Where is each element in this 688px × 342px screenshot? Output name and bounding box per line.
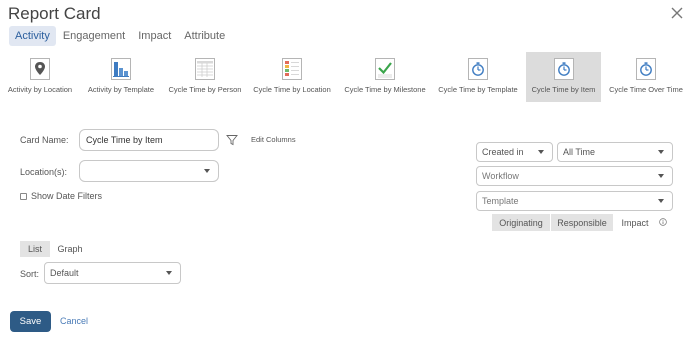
locations-label: Location(s): <box>20 167 68 177</box>
report-type-label: Activity by Location <box>7 85 73 94</box>
save-button[interactable]: Save <box>10 311 51 332</box>
report-type-label: Cycle Time by Item <box>531 85 596 94</box>
info-icon[interactable] <box>659 218 667 226</box>
report-type-cycle-time-by-item[interactable]: Cycle Time by Item <box>526 52 601 102</box>
chevron-down-icon <box>204 169 210 173</box>
sort-value: Default <box>50 268 79 278</box>
locations-select[interactable] <box>79 160 219 182</box>
report-type-list: Activity by Location Activity by Templat… <box>0 52 688 102</box>
tab-impact[interactable]: Impact <box>132 26 177 46</box>
time-range-select[interactable]: All Time <box>557 142 673 162</box>
stopwatch-icon <box>553 58 574 80</box>
card-name-input[interactable]: Cycle Time by Item <box>79 129 219 151</box>
report-type-label: Cycle Time by Person <box>168 85 242 94</box>
colored-table-icon <box>282 58 302 80</box>
chevron-down-icon <box>658 174 664 178</box>
table-grid-icon <box>195 58 215 80</box>
close-icon[interactable] <box>669 5 685 21</box>
list-view-toggle[interactable]: List <box>20 241 50 257</box>
sort-label: Sort: <box>20 269 40 279</box>
cancel-button[interactable]: Cancel <box>60 316 88 326</box>
report-type-cycle-time-by-person[interactable]: Cycle Time by Person <box>166 52 244 102</box>
template-placeholder: Template <box>482 196 519 206</box>
chevron-down-icon <box>658 199 664 203</box>
bar-chart-icon <box>111 58 131 80</box>
card-name-label: Card Name: <box>20 135 69 145</box>
map-pin-icon <box>30 58 50 80</box>
stopwatch-icon <box>468 58 488 80</box>
report-type-label: Cycle Time by Location <box>253 85 331 94</box>
edit-columns-link[interactable]: Edit Columns <box>251 135 296 144</box>
report-type-cycle-time-by-template[interactable]: Cycle Time by Template <box>438 52 518 102</box>
show-date-filters-label: Show Date Filters <box>31 191 103 201</box>
chevron-down-icon <box>166 271 172 275</box>
report-type-activity-by-location[interactable]: Activity by Location <box>4 52 76 102</box>
workflow-placeholder: Workflow <box>482 171 519 181</box>
tab-engagement[interactable]: Engagement <box>57 26 131 46</box>
report-type-label: Cycle Time by Template <box>438 85 518 94</box>
responsible-toggle[interactable]: Responsible <box>551 214 613 231</box>
tab-activity[interactable]: Activity <box>9 26 56 46</box>
report-type-label: Activity by Template <box>87 85 155 94</box>
impact-toggle[interactable]: Impact <box>615 214 655 231</box>
report-type-label: Cycle Time by Milestone <box>344 85 426 94</box>
checkmark-chart-icon <box>375 58 395 80</box>
show-date-filters-checkbox[interactable] <box>20 193 27 200</box>
report-type-cycle-time-by-milestone[interactable]: Cycle Time by Milestone <box>342 52 428 102</box>
graph-view-toggle[interactable]: Graph <box>54 241 86 257</box>
report-type-label: Cycle Time Over Time <box>609 85 683 94</box>
time-range-value: All Time <box>563 147 596 157</box>
report-type-cycle-time-by-location[interactable]: Cycle Time by Location <box>252 52 332 102</box>
sort-select[interactable]: Default <box>44 262 181 284</box>
report-type-activity-by-template[interactable]: Activity by Template <box>84 52 158 102</box>
dialog-title: Report Card <box>8 4 101 23</box>
report-type-cycle-time-over-time[interactable]: Cycle Time Over Time <box>606 52 686 102</box>
workflow-select[interactable]: Workflow <box>476 166 673 186</box>
stopwatch-icon <box>636 58 656 80</box>
template-select[interactable]: Template <box>476 191 673 211</box>
tab-attribute[interactable]: Attribute <box>178 26 231 46</box>
originating-toggle[interactable]: Originating <box>492 214 550 231</box>
chevron-down-icon <box>658 150 664 154</box>
chevron-down-icon <box>538 150 544 154</box>
filter-icon[interactable] <box>226 134 238 146</box>
report-category-tabs: Activity Engagement Impact Attribute <box>9 26 232 46</box>
created-in-value: Created in <box>482 147 524 157</box>
created-in-select[interactable]: Created in <box>476 142 553 162</box>
